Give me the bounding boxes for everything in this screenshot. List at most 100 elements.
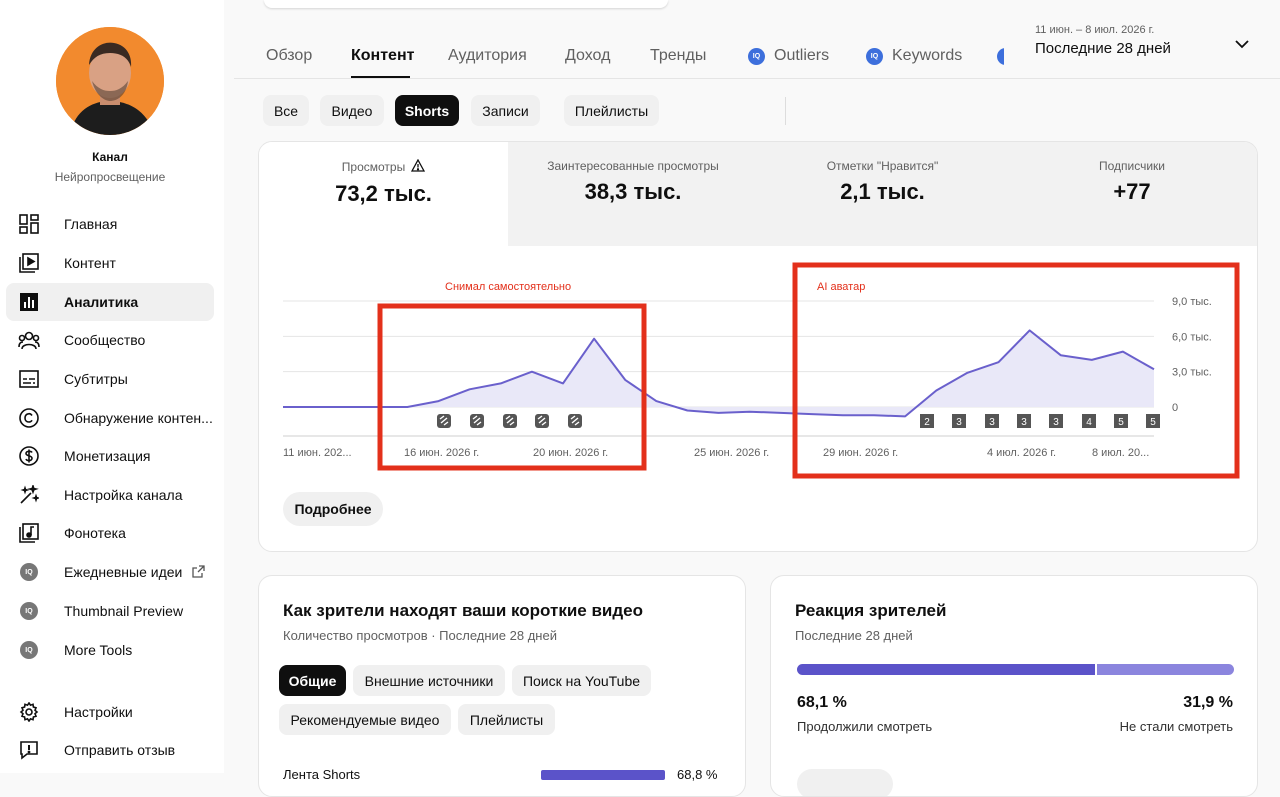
sidebar-item-label: Сообщество bbox=[64, 332, 146, 348]
channel-title: Канал bbox=[92, 150, 128, 164]
date-range-label: Последние 28 дней bbox=[1035, 40, 1171, 57]
tab-outliers[interactable]: IQ Outliers bbox=[748, 47, 829, 65]
iq-icon: IQ bbox=[748, 47, 765, 65]
metric-value: 38,3 тыс. bbox=[584, 179, 682, 204]
analytics-icon bbox=[18, 291, 40, 313]
metric-label: Просмотры bbox=[341, 160, 406, 174]
x-tick-label: 20 июн. 2026 г. bbox=[533, 447, 608, 459]
tab-trends[interactable]: Тренды bbox=[650, 47, 706, 65]
x-tick-label: 16 июн. 2026 г. bbox=[404, 447, 479, 459]
tab-revenue[interactable]: Доход bbox=[565, 47, 610, 65]
sidebar-item-dashboard[interactable]: Главная bbox=[6, 205, 214, 243]
tab-content[interactable]: Контент bbox=[351, 47, 414, 65]
gear-icon bbox=[18, 701, 40, 723]
metric-likes[interactable]: Отметки "Нравится" 2,1 тыс. bbox=[758, 142, 1008, 246]
sidebar-item-daily-ideas[interactable]: IQ Ежедневные идеи bbox=[6, 553, 214, 591]
metric-label: Отметки "Нравится" bbox=[826, 159, 939, 173]
source-row-bar bbox=[541, 770, 665, 780]
video-marker-label: 5 bbox=[1150, 417, 1156, 428]
sidebar-item-label: Фонотека bbox=[64, 525, 126, 541]
tab-overview[interactable]: Обзор bbox=[266, 47, 312, 65]
main-area: Обзор Контент Аудитория Доход Тренды IQ … bbox=[234, 0, 1280, 797]
sidebar-item-copyright[interactable]: Обнаружение контен... bbox=[6, 399, 214, 437]
sidebar-item-thumbnail-preview[interactable]: IQ Thumbnail Preview bbox=[6, 592, 214, 630]
source-row-value: 68,8 % bbox=[677, 767, 718, 782]
continued-percent: 68,1 % bbox=[797, 694, 847, 711]
y-tick-label: 9,0 тыс. bbox=[1172, 296, 1212, 308]
filter-chip-playlists[interactable]: Плейлисты bbox=[564, 95, 659, 126]
sidebar-item-label: Главная bbox=[64, 216, 118, 232]
channel-avatar[interactable] bbox=[56, 27, 164, 135]
metric-label: Заинтересованные просмотры bbox=[547, 159, 719, 173]
x-tick-label: 4 июл. 2026 г. bbox=[987, 447, 1056, 459]
sidebar-item-feedback[interactable]: Отправить отзыв bbox=[6, 731, 214, 769]
iq-icon: IQ bbox=[18, 600, 40, 622]
sidebar-item-analytics[interactable]: Аналитика bbox=[6, 283, 214, 321]
copyright-icon bbox=[18, 407, 40, 429]
sidebar-item-label: Монетизация bbox=[64, 448, 151, 464]
sidebar-item-content[interactable]: Контент bbox=[6, 244, 214, 282]
filter-chip-shorts[interactable]: Shorts bbox=[395, 95, 459, 126]
pill-suggested[interactable]: Рекомендуемые видео bbox=[279, 704, 451, 735]
video-marker-label: 4 bbox=[1086, 417, 1092, 428]
x-tick-label: 25 июн. 2026 г. bbox=[694, 447, 769, 459]
metrics-chart-card: Просмотры 73,2 тыс. Заинтересованные про… bbox=[258, 141, 1258, 552]
filter-chip-videos[interactable]: Видео bbox=[320, 95, 384, 126]
sidebar-item-label: Thumbnail Preview bbox=[64, 603, 184, 619]
iq-icon: IQ bbox=[866, 47, 883, 65]
pill-external[interactable]: Внешние источники bbox=[353, 665, 505, 696]
external-link-icon bbox=[192, 565, 205, 583]
filter-chip-posts[interactable]: Записи bbox=[471, 95, 540, 126]
pill-overall[interactable]: Общие bbox=[279, 665, 346, 696]
metric-views[interactable]: Просмотры 73,2 тыс. bbox=[259, 142, 509, 246]
video-marker-label: 5 bbox=[1118, 417, 1124, 428]
iq-icon: IQ bbox=[18, 639, 40, 661]
pill-playlists[interactable]: Плейлисты bbox=[458, 704, 555, 735]
metric-value: +77 bbox=[1113, 179, 1151, 204]
metric-engaged-views[interactable]: Заинтересованные просмотры 38,3 тыс. bbox=[508, 142, 759, 246]
tab-audience[interactable]: Аудитория bbox=[448, 47, 527, 65]
magic-wand-icon bbox=[18, 484, 40, 506]
chevron-down-icon[interactable] bbox=[1234, 36, 1250, 57]
tab-overflow-hint[interactable] bbox=[997, 48, 1004, 65]
sidebar-item-audio-library[interactable]: Фонотека bbox=[6, 514, 214, 552]
x-tick-label: 11 июн. 202... bbox=[283, 447, 352, 459]
channel-name: Нейропросвещение bbox=[54, 170, 166, 184]
metric-subscribers[interactable]: Подписчики +77 bbox=[1007, 142, 1257, 246]
source-row-label: Лента Shorts bbox=[283, 767, 361, 782]
iq-badge: IQ bbox=[20, 602, 38, 620]
annotation-self-label: Снимал самостоятельно bbox=[445, 281, 571, 293]
date-range-picker[interactable]: 11 июн. – 8 июл. 2026 г. Последние 28 дн… bbox=[1035, 24, 1171, 57]
iq-badge: IQ bbox=[20, 563, 38, 581]
y-tick-label: 0 bbox=[1172, 402, 1178, 414]
sidebar-item-more-tools[interactable]: IQ More Tools bbox=[6, 631, 214, 669]
dollar-icon bbox=[18, 445, 40, 467]
stopped-bar bbox=[1097, 664, 1234, 675]
discovery-card: Как зрители находят ваши короткие видео … bbox=[258, 575, 746, 797]
annotation-ai-label: AI аватар bbox=[817, 281, 865, 293]
sidebar-item-subtitles[interactable]: Субтитры bbox=[6, 360, 214, 398]
warning-icon bbox=[411, 158, 426, 175]
video-marker-label: 3 bbox=[956, 417, 962, 428]
sidebar-item-label: Контент bbox=[64, 255, 116, 271]
y-tick-label: 6,0 тыс. bbox=[1172, 331, 1212, 343]
tab-keywords[interactable]: IQ Keywords bbox=[866, 47, 962, 65]
sidebar-item-label: Отправить отзыв bbox=[64, 742, 176, 758]
sidebar-item-monetization[interactable]: Монетизация bbox=[6, 437, 214, 475]
video-marker-label: 3 bbox=[1021, 417, 1027, 428]
sidebar-item-community[interactable]: Сообщество bbox=[6, 321, 214, 359]
music-library-icon bbox=[18, 522, 40, 544]
series-area bbox=[283, 330, 1154, 417]
sidebar-item-label: Обнаружение контен... bbox=[64, 410, 213, 426]
filter-chip-all[interactable]: Все bbox=[263, 95, 309, 126]
video-marker-label: 2 bbox=[924, 417, 930, 428]
pill-youtube-search[interactable]: Поиск на YouTube bbox=[512, 665, 651, 696]
reaction-more-button[interactable] bbox=[797, 769, 893, 796]
sidebar-item-customization[interactable]: Настройка канала bbox=[6, 476, 214, 514]
sidebar-item-label: Субтитры bbox=[64, 371, 128, 387]
reaction-subtitle: Последние 28 дней bbox=[795, 628, 913, 643]
sidebar-item-settings[interactable]: Настройки bbox=[6, 693, 214, 731]
stopped-label: Не стали смотреть bbox=[1119, 719, 1233, 734]
more-details-button[interactable]: Подробнее bbox=[283, 492, 383, 526]
sidebar: Канал Нейропросвещение Главная Контент А… bbox=[0, 0, 224, 773]
